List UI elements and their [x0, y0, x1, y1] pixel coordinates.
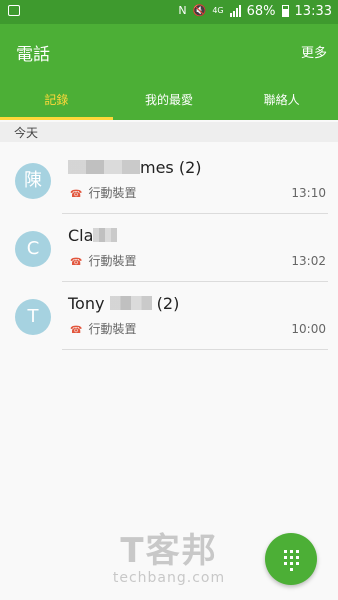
- missed-call-icon: ☎: [70, 325, 83, 336]
- clock: 13:33: [294, 3, 332, 19]
- avatar[interactable]: T: [15, 299, 51, 335]
- gallery-notification-icon: [8, 5, 20, 16]
- call-time: 13:02: [291, 254, 326, 268]
- tab-favorites[interactable]: 我的最愛: [113, 80, 226, 120]
- call-detail: ☎ 行動裝置: [70, 320, 136, 337]
- tab-logs[interactable]: 記錄: [0, 80, 113, 120]
- call-detail: ☎ 行動裝置: [70, 184, 136, 201]
- contact-name: Cla: [68, 226, 118, 245]
- divider: [62, 349, 328, 350]
- status-bar: N 🔇 4G 68% 13:33: [0, 0, 338, 24]
- redacted-name-blur: [109, 296, 152, 310]
- watermark-site: techbang.com: [112, 570, 226, 586]
- redacted-name-blur: [68, 160, 140, 174]
- number-type: 行動裝置: [88, 254, 137, 268]
- avatar[interactable]: 陳: [15, 163, 51, 199]
- contact-name: Tony (2): [68, 294, 180, 313]
- app-bar: 電話 更多 記錄 我的最愛 聯絡人: [0, 24, 338, 120]
- call-count: (2): [178, 158, 202, 177]
- call-log-item[interactable]: T Tony (2) ☎ 行動裝置 10:00: [0, 282, 338, 350]
- page-title: 電話: [16, 45, 50, 65]
- battery-percent: 68%: [246, 3, 276, 19]
- nfc-icon: N: [178, 4, 187, 17]
- call-time: 10:00: [291, 322, 326, 336]
- dialpad-icon: [284, 550, 299, 571]
- more-button[interactable]: 更多: [301, 42, 327, 61]
- number-type: 行動裝置: [88, 322, 137, 336]
- battery-icon: [281, 5, 289, 17]
- signal-icon: [229, 5, 241, 17]
- missed-call-icon: ☎: [70, 257, 83, 268]
- call-detail: ☎ 行動裝置: [70, 252, 136, 269]
- avatar[interactable]: C: [15, 231, 51, 267]
- number-type: 行動裝置: [88, 186, 137, 200]
- watermark-title: T客邦: [120, 531, 218, 571]
- contact-name: mes (2): [68, 158, 202, 177]
- tab-bar: 記錄 我的最愛 聯絡人: [0, 80, 338, 120]
- call-log-list: 陳 mes (2) ☎ 行動裝置 13:10 C Cla ☎ 行動裝置 13:02 …: [0, 146, 338, 350]
- section-header: 今天: [0, 122, 338, 142]
- watermark-logo: T客邦 techbang.com: [94, 532, 244, 586]
- redacted-name-blur: [93, 228, 118, 242]
- mute-icon: 🔇: [192, 4, 207, 17]
- network-type-label: 4G: [212, 6, 224, 15]
- tab-contacts[interactable]: 聯絡人: [225, 80, 338, 120]
- section-label: 今天: [14, 126, 39, 140]
- call-log-item[interactable]: 陳 mes (2) ☎ 行動裝置 13:10: [0, 146, 338, 214]
- call-log-item[interactable]: C Cla ☎ 行動裝置 13:02: [0, 214, 338, 282]
- call-count: (2): [156, 294, 180, 313]
- call-time: 13:10: [291, 186, 326, 200]
- missed-call-icon: ☎: [70, 189, 83, 200]
- dialpad-button[interactable]: [265, 533, 317, 585]
